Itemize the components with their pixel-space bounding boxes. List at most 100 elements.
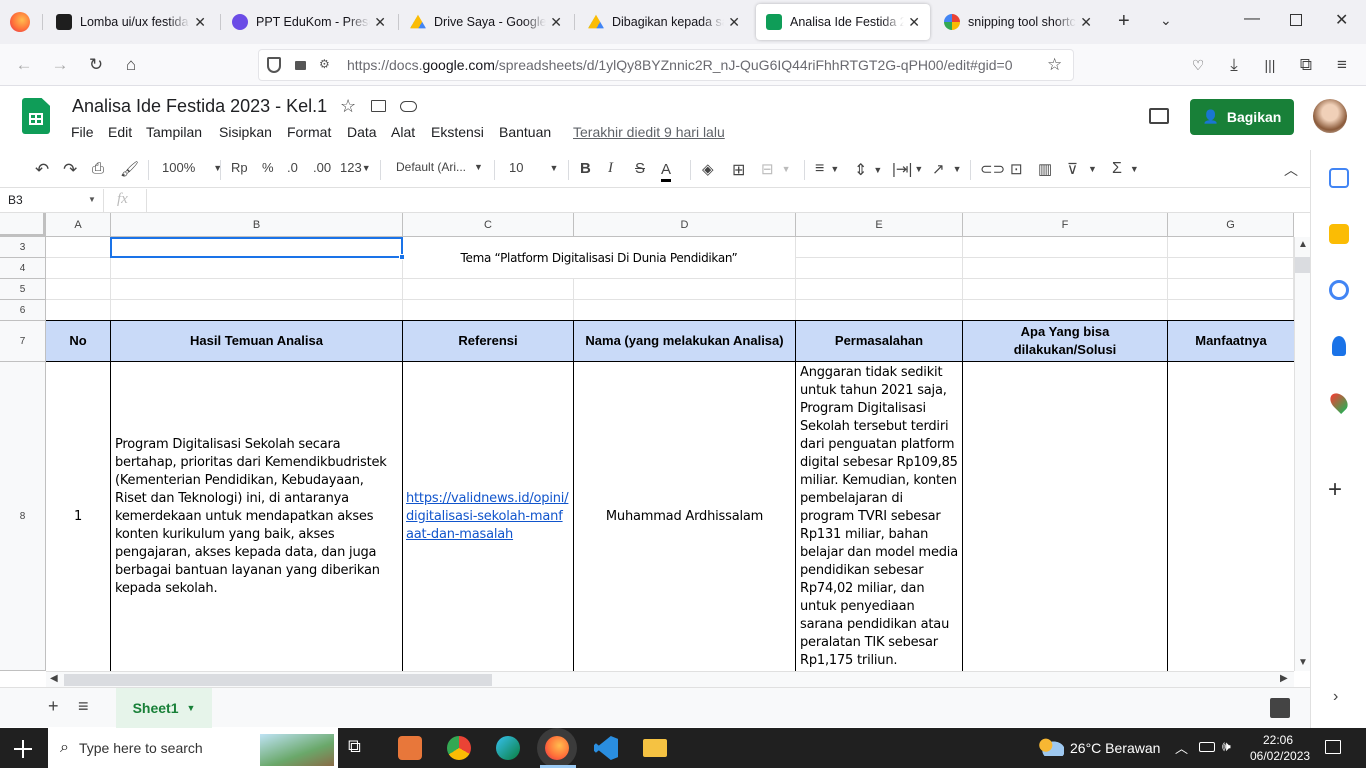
column-header-c[interactable]: C bbox=[403, 213, 574, 237]
url-bar[interactable]: ⚙ https://docs.google.com/spreadsheets/d… bbox=[258, 49, 1074, 81]
show-side-panel-icon[interactable]: › bbox=[1333, 688, 1338, 706]
font-size-select[interactable]: 10 ▼ bbox=[509, 160, 558, 175]
row-header-4[interactable]: 4 bbox=[0, 258, 46, 279]
cell[interactable] bbox=[1168, 258, 1294, 279]
download-icon[interactable]: ⤓ bbox=[1222, 53, 1246, 77]
url-text[interactable]: https://docs.google.com/spreadsheets/d/1… bbox=[347, 57, 1013, 73]
permissions-icon[interactable]: ⚙ bbox=[319, 57, 330, 71]
cell-referensi-link[interactable]: https://validnews.id/opini/digitalisasi-… bbox=[403, 362, 574, 671]
explore-icon[interactable] bbox=[1270, 698, 1290, 718]
browser-tab-drive[interactable]: Drive Saya - Google Dr ✕ bbox=[400, 4, 572, 40]
list-tabs-icon[interactable]: ⌄ bbox=[1160, 12, 1172, 29]
cell[interactable] bbox=[796, 237, 963, 258]
library-icon[interactable]: ||| bbox=[1258, 53, 1282, 77]
insert-comment-icon[interactable]: ⊡ bbox=[1010, 160, 1023, 178]
selected-cell-b3[interactable] bbox=[110, 237, 403, 258]
scroll-down-icon[interactable]: ▼ bbox=[1298, 657, 1308, 668]
column-header-a[interactable]: A bbox=[46, 213, 111, 237]
browser-tab-lomba[interactable]: Lomba ui/ux festida – ✕ bbox=[46, 4, 216, 40]
redo-icon[interactable]: ↷ bbox=[63, 160, 77, 180]
formula-input[interactable] bbox=[146, 189, 1306, 212]
column-header-f[interactable]: F bbox=[963, 213, 1168, 237]
header-referensi[interactable]: Referensi bbox=[403, 321, 574, 362]
forward-button[interactable]: → bbox=[48, 53, 72, 77]
add-sheet-icon[interactable]: + bbox=[48, 696, 59, 717]
star-icon[interactable]: ☆ bbox=[340, 96, 356, 117]
lock-icon[interactable] bbox=[295, 61, 306, 70]
undo-icon[interactable]: ↶ bbox=[35, 160, 49, 180]
close-tab-icon[interactable]: ✕ bbox=[1076, 14, 1092, 31]
header-no[interactable]: No bbox=[46, 321, 111, 362]
move-folder-icon[interactable] bbox=[371, 100, 386, 112]
weather-text[interactable]: 26°C Berawan bbox=[1070, 740, 1160, 756]
row-header-8[interactable]: 8 bbox=[0, 362, 46, 671]
browser-tab-shared[interactable]: Dibagikan kepada saya ✕ bbox=[578, 4, 750, 40]
more-formats-select[interactable]: 123 ▼ bbox=[340, 160, 371, 175]
browser-tab-ppt[interactable]: PPT EduKom - Present ✕ bbox=[222, 4, 396, 40]
vertical-align-icon[interactable]: ⇕ ▼ bbox=[854, 160, 882, 180]
edge-icon[interactable] bbox=[496, 736, 520, 760]
fill-color-icon[interactable]: ◈ bbox=[702, 160, 714, 178]
browser-tab-snipping[interactable]: snipping tool shortcut ✕ bbox=[934, 4, 1102, 40]
currency-format-button[interactable]: Rp bbox=[231, 160, 248, 175]
cell[interactable] bbox=[963, 237, 1168, 258]
italic-icon[interactable]: I bbox=[608, 160, 613, 177]
font-family-select[interactable]: Default (Ari... ▼ bbox=[396, 160, 483, 174]
avatar[interactable] bbox=[1313, 99, 1347, 133]
bookmark-star-icon[interactable]: ☆ bbox=[1047, 55, 1062, 75]
notifications-icon[interactable] bbox=[1325, 740, 1341, 754]
insert-link-icon[interactable]: ⊂⊃ bbox=[980, 160, 1005, 178]
header-nama[interactable]: Nama (yang melakukan Analisa) bbox=[574, 321, 796, 362]
header-solusi[interactable]: Apa Yang bisa dilakukan/Solusi bbox=[963, 321, 1168, 362]
file-explorer-icon[interactable] bbox=[643, 739, 667, 757]
sheets-logo-icon[interactable] bbox=[22, 98, 50, 134]
last-edit-link[interactable]: Terakhir diedit 9 hari lalu bbox=[573, 124, 725, 140]
close-tab-icon[interactable]: ✕ bbox=[190, 14, 206, 31]
cell-nama[interactable]: Muhammad Ardhissalam bbox=[574, 362, 796, 671]
row-header-7[interactable]: 7 bbox=[0, 321, 46, 362]
cell-hasil-temuan[interactable]: Program Digitalisasi Sekolah secara bert… bbox=[111, 362, 403, 671]
task-view-icon[interactable]: ⧉ bbox=[348, 736, 372, 760]
horizontal-scrollbar[interactable]: ◀ ▶ bbox=[46, 671, 1294, 687]
show-hidden-icons[interactable]: ︿ bbox=[1175, 738, 1188, 757]
menu-view[interactable]: Tampilan bbox=[146, 124, 202, 140]
column-header-d[interactable]: D bbox=[574, 213, 796, 237]
row-header-6[interactable]: 6 bbox=[0, 300, 46, 321]
menu-help[interactable]: Bantuan bbox=[499, 124, 551, 140]
keep-icon[interactable] bbox=[1329, 224, 1349, 244]
header-hasil-temuan[interactable]: Hasil Temuan Analisa bbox=[111, 321, 403, 362]
vertical-scrollbar[interactable]: ▲ ▼ bbox=[1294, 237, 1310, 671]
menu-tools[interactable]: Alat bbox=[391, 124, 415, 140]
app-menu-icon[interactable]: ≡ bbox=[1330, 53, 1354, 77]
extensions-icon[interactable]: ⧉ bbox=[1294, 53, 1318, 77]
close-tab-icon[interactable]: ✕ bbox=[724, 14, 740, 31]
volume-icon[interactable]: 🕪 bbox=[1222, 738, 1231, 755]
vscode-icon[interactable] bbox=[594, 736, 618, 760]
contacts-icon[interactable] bbox=[1332, 336, 1346, 356]
header-permasalahan[interactable]: Permasalahan bbox=[796, 321, 963, 362]
horizontal-align-icon[interactable]: ≡ ▼ bbox=[815, 160, 839, 178]
reload-button[interactable]: ↻ bbox=[84, 53, 108, 77]
app-icon-orange[interactable] bbox=[398, 736, 422, 760]
filter-icon[interactable]: ⊽ ▼ bbox=[1067, 160, 1097, 178]
cell[interactable] bbox=[111, 258, 403, 279]
collapse-toolbar-icon[interactable]: ︿ bbox=[1284, 160, 1298, 180]
column-header-e[interactable]: E bbox=[796, 213, 963, 237]
menu-file[interactable]: File bbox=[71, 124, 94, 140]
calendar-icon[interactable] bbox=[1329, 168, 1349, 188]
cell-no[interactable]: 1 bbox=[46, 362, 111, 671]
text-rotation-icon[interactable]: ↗ ▼ bbox=[932, 160, 962, 178]
tasks-icon[interactable] bbox=[1329, 280, 1349, 300]
firefox-icon[interactable] bbox=[545, 736, 569, 760]
close-tab-icon[interactable]: ✕ bbox=[904, 14, 920, 31]
cell-permasalahan[interactable]: Anggaran tidak sedikit untuk tahun 2021 … bbox=[796, 362, 963, 671]
minimize-button[interactable]: — bbox=[1244, 10, 1260, 28]
menu-insert[interactable]: Sisipkan bbox=[219, 124, 272, 140]
scroll-right-icon[interactable]: ▶ bbox=[1280, 673, 1288, 684]
theme-title-cell[interactable]: Tema “Platform Digitalisasi Di Dunia Pen… bbox=[403, 237, 796, 279]
close-tab-icon[interactable]: ✕ bbox=[370, 14, 386, 31]
battery-icon[interactable] bbox=[1199, 742, 1215, 752]
fill-handle[interactable] bbox=[399, 254, 405, 260]
taskbar-search-box[interactable]: ⌕ Type here to search bbox=[48, 728, 338, 768]
scrollbar-thumb[interactable] bbox=[1295, 257, 1310, 273]
